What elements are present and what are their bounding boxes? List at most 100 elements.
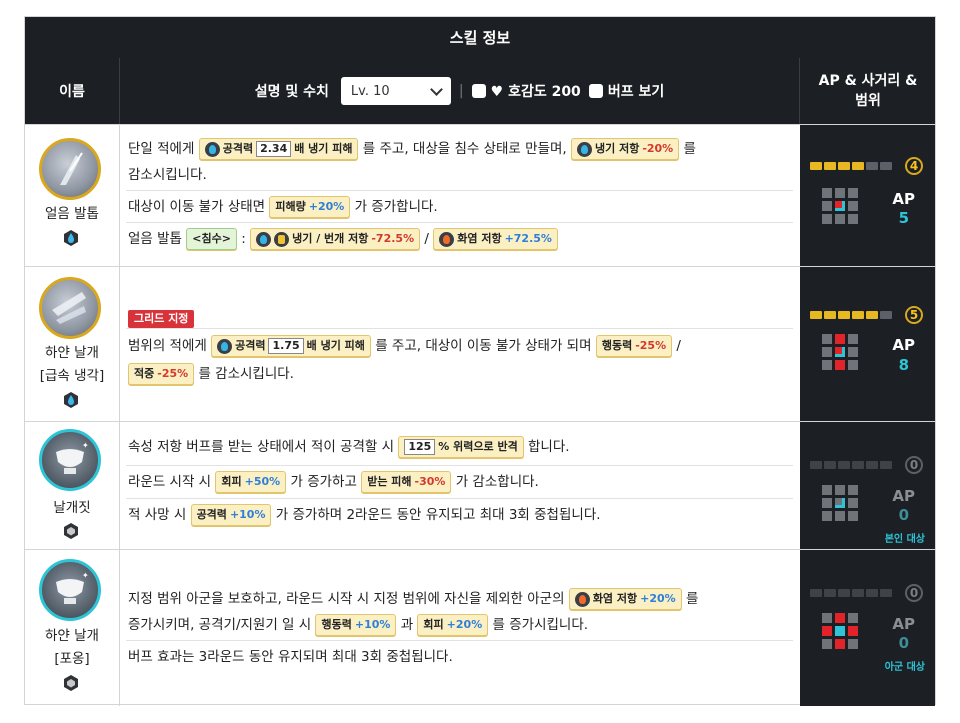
stat-tag: 행동력 -25%: [595, 335, 673, 357]
ap-value: 0: [898, 634, 909, 652]
checkbox-icon[interactable]: [471, 84, 486, 98]
tag-label: 배 냉기 피해: [294, 142, 353, 155]
desc-text: 합니다.: [528, 439, 570, 455]
tag-label: 행동력: [601, 339, 633, 352]
ap-cost-bar: [810, 461, 892, 469]
stat-tag: 냉기 / 번개 저항 -72.5%: [250, 228, 421, 250]
tag-label: 냉기 저항: [595, 142, 640, 155]
checkbox-icon[interactable]: [588, 84, 603, 98]
grid-target-badge: 그리드 지정: [128, 310, 195, 328]
tag-label: 회피: [423, 618, 444, 631]
fire-element-icon: [439, 231, 455, 247]
stat-tag: 냉기 저항 -20%: [571, 138, 680, 160]
ap-range-cell: 0 AP 0 아군 대상: [800, 550, 935, 706]
desc-text: 지정 범위 아군을 보호하고, 라운드 시작 시 지정 범위에 자신을 제외한 …: [128, 591, 565, 607]
divider: [126, 190, 793, 191]
divider: [126, 465, 793, 466]
buff-checkbox[interactable]: 버프 보기: [588, 81, 665, 101]
tag-number: 2.34: [256, 141, 292, 157]
stat-tag: 공격력 1.75 배 냉기 피해: [211, 335, 371, 357]
skill-icon-white-wing-embrace: ✦: [39, 559, 101, 621]
range-badge: 4: [905, 157, 923, 175]
affinity-label: ♥ 호감도 200: [490, 84, 581, 100]
range-grid: [822, 188, 858, 224]
stat-tag: 화염 저항 +20%: [568, 588, 682, 610]
ap-label: AP: [892, 336, 915, 354]
level-select[interactable]: Lv. 10: [340, 77, 451, 105]
ap-range-cell: 5 AP 8: [800, 267, 935, 422]
neutral-gem-icon: [64, 523, 78, 539]
desc-text: 범위의 적에게: [128, 338, 207, 354]
tag-label: 회피: [221, 475, 242, 488]
tag-value: +20%: [640, 592, 676, 605]
stat-tag: 화염 저항 +72.5%: [433, 228, 558, 250]
stat-tag: 적중 -25%: [128, 363, 195, 385]
skill-name: 날개짓: [53, 500, 91, 516]
tag-value: +10%: [354, 618, 391, 631]
skill-desc-cell: 지정 범위 아군을 보호하고, 라운드 시작 시 지정 범위에 자신을 제외한 …: [120, 550, 799, 706]
skill-name-sub: [포옹]: [54, 651, 90, 667]
desc-text: 를 주고, 대상을 침수 상태로 만들며,: [362, 141, 567, 157]
desc-text: 가 증가하고: [290, 474, 357, 490]
tag-value: +20%: [308, 200, 345, 213]
table-row: 얼음 발톱 단일 적에게 공격력 2.34 배 냉기 피해 를 주고, 대상을 침수…: [25, 124, 935, 267]
skill-desc-cell: 그리드 지정 범위의 적에게 공격력 1.75 배 냉기 피해 를 주고, 대상이 …: [120, 267, 799, 422]
status-tag: <침수>: [186, 228, 237, 250]
tag-value: +10%: [229, 508, 266, 521]
water-gem-icon: [64, 392, 78, 408]
skill-info-table: 스킬 정보 이름 설명 및 수치 Lv. 10 | ♥ 호감도 200 버프 보…: [24, 16, 936, 706]
tag-label: 행동력: [321, 618, 352, 631]
level-select-value: Lv. 10: [350, 83, 390, 99]
tag-number: 1.75: [268, 338, 304, 354]
ap-cost-bar: [810, 589, 892, 597]
grid-target-badge-wrap: 그리드 지정: [128, 307, 195, 328]
desc-text: 라운드 시작 시: [128, 474, 212, 490]
ap-value: 8: [898, 356, 909, 374]
tag-label: 공격력: [222, 142, 254, 155]
ap-range-cell: 4 AP 5: [800, 125, 935, 267]
water-element-icon: [577, 141, 592, 157]
desc-text: :: [241, 231, 246, 247]
desc-text: /: [676, 338, 681, 354]
skill-icon-wing-flap: ✦: [39, 429, 101, 491]
desc-text: 를 감소시킵니다.: [198, 366, 294, 382]
header-ap: AP & 사거리 & 범위: [799, 58, 936, 124]
tag-value: -20%: [642, 142, 674, 155]
range-grid: [822, 334, 858, 370]
stat-tag: 피해량 +20%: [269, 196, 351, 218]
buff-label: 버프 보기: [607, 84, 665, 100]
stat-tag: 공격력 2.34 배 냉기 피해: [198, 138, 359, 160]
stat-tag: 공격력 +10%: [190, 504, 272, 526]
desc-text: 단일 적에게: [128, 141, 195, 157]
ap-label: AP: [892, 487, 915, 505]
table-title: 스킬 정보: [25, 17, 935, 58]
svg-text:✦: ✦: [82, 441, 89, 450]
tag-value: +72.5%: [504, 232, 552, 245]
skill-name: 얼음 발톱: [45, 206, 99, 222]
desc-text: 버프 효과는 3라운드 동안 유지되며 최대 3회 중첩됩니다.: [128, 649, 453, 665]
range-badge: 0: [905, 584, 923, 602]
ap-label: AP: [892, 615, 915, 633]
tag-label: 화염 저항: [457, 232, 502, 245]
skill-icon-white-wing-rapid-cooling: [39, 277, 101, 339]
header-desc: 설명 및 수치 Lv. 10 | ♥ 호감도 200 버프 보기: [120, 58, 799, 124]
tag-label: 적중: [134, 367, 155, 380]
skill-name-sub: [급속 냉각]: [39, 368, 105, 384]
water-element-icon: [204, 141, 220, 157]
divider: [126, 328, 793, 329]
stat-tag: 회피 +20%: [417, 614, 489, 636]
water-element-icon: [256, 231, 272, 247]
header-desc-label: 설명 및 수치: [254, 84, 329, 100]
stat-tag: 행동력 +10%: [315, 614, 397, 636]
desc-text: 를: [683, 141, 696, 157]
ap-range-cell: 0 AP 0 본인 대상: [800, 422, 935, 550]
header-ap-line2: 범위: [855, 93, 881, 109]
skill-name-cell: ✦ 하얀 날개 [포옹]: [25, 550, 120, 706]
header-ap-line1: AP & 사거리 &: [818, 73, 918, 89]
desc-text: 가 감소합니다.: [455, 474, 539, 490]
affinity-checkbox[interactable]: ♥ 호감도 200: [471, 81, 581, 101]
tag-number: 125: [404, 439, 436, 455]
table-row: ✦ 하얀 날개 [포옹] 지정 범위 아군을 보호하고, 라운드 시작 시 지정…: [25, 549, 935, 706]
desc-text: /: [424, 231, 429, 247]
tag-value: +50%: [244, 475, 281, 488]
